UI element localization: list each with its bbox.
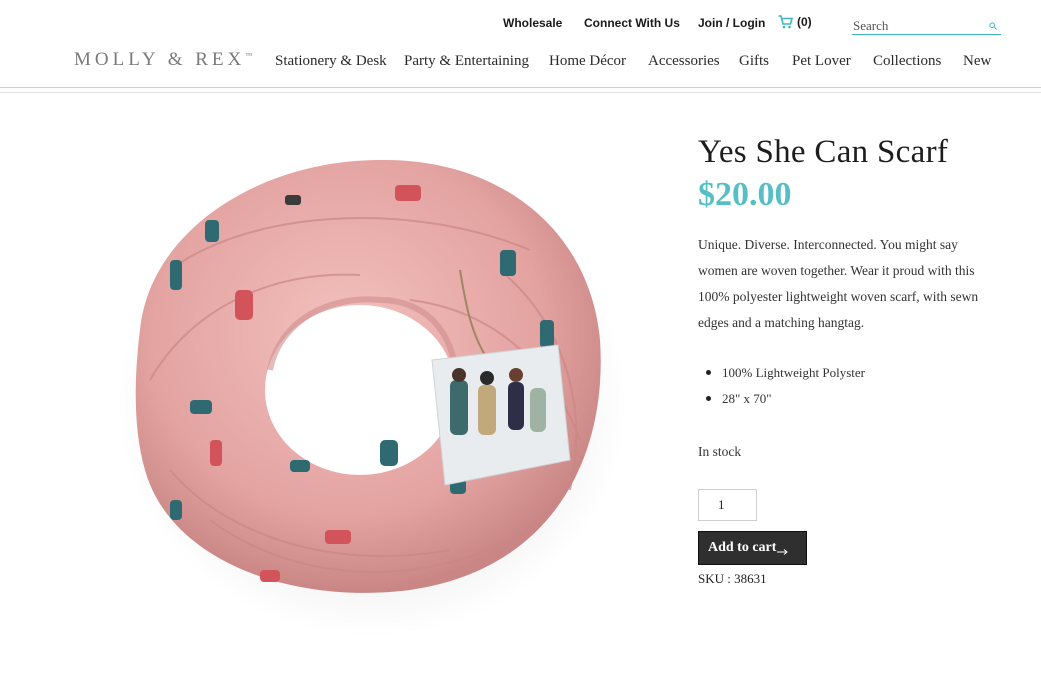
arrow-right-icon [777, 549, 788, 555]
product-sku: SKU : 38631 [698, 571, 767, 586]
add-to-cart-label: Add to cart [708, 540, 777, 555]
main-nav: Stationery & Desk Party & Entertaining H… [275, 53, 991, 70]
nav-collections[interactable]: Collections [873, 53, 963, 70]
join-login-link[interactable]: Join / Login [698, 16, 765, 30]
search-box [852, 17, 1001, 35]
feature-item: 100% Lightweight Polyster [706, 360, 865, 386]
search-input[interactable] [852, 17, 980, 35]
nav-gifts[interactable]: Gifts [739, 53, 792, 70]
cart-button[interactable]: (0) [778, 15, 812, 29]
nav-pet-lover[interactable]: Pet Lover [792, 53, 873, 70]
product-image[interactable] [110, 140, 630, 640]
nav-accessories[interactable]: Accessories [648, 53, 739, 70]
nav-home-decor[interactable]: Home Décor [549, 53, 648, 70]
add-to-cart-button[interactable]: Add to cart [698, 531, 807, 565]
search-icon[interactable] [989, 22, 997, 30]
product-title: Yes She Can Scarf [698, 134, 949, 170]
header-divider-secondary [0, 92, 1041, 93]
connect-with-us-link[interactable]: Connect With Us [584, 16, 680, 30]
site-logo[interactable]: MOLLY & REX™ [74, 49, 252, 71]
wholesale-link[interactable]: Wholesale [503, 16, 562, 30]
product-description: Unique. Diverse. Interconnected. You mig… [698, 237, 979, 330]
quantity-input[interactable] [698, 489, 757, 521]
nav-party-entertaining[interactable]: Party & Entertaining [404, 53, 549, 70]
feature-item: 28" x 70" [706, 386, 865, 412]
stock-status: In stock [698, 444, 742, 459]
cart-icon [778, 15, 793, 29]
cart-count: (0) [797, 15, 812, 29]
product-price: $20.00 [698, 176, 792, 213]
nav-stationery-desk[interactable]: Stationery & Desk [275, 53, 404, 70]
header-divider [0, 87, 1041, 88]
site-header: Wholesale Connect With Us Join / Login (… [0, 0, 1041, 93]
nav-new[interactable]: New [963, 53, 991, 70]
product-features: 100% Lightweight Polyster 28" x 70" [706, 360, 865, 412]
